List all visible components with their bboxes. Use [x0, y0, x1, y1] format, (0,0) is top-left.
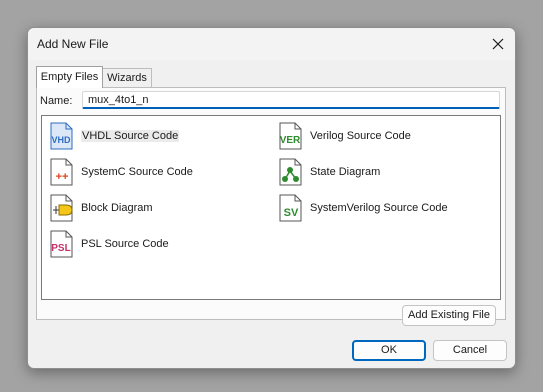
- psl-label: PSL Source Code: [81, 238, 169, 250]
- file-type-list[interactable]: VHD VHDL Source Code VER Verilog Source …: [41, 115, 501, 300]
- close-button[interactable]: [481, 28, 515, 60]
- systemverilog-file-icon: SV: [279, 194, 302, 222]
- close-icon: [492, 38, 504, 50]
- verilog-file-icon: VER: [279, 122, 302, 150]
- svg-text:VHD: VHD: [51, 135, 71, 145]
- add-new-file-dialog: Add New File Empty Files Wizards Name: V…: [27, 27, 516, 369]
- tab-empty-files[interactable]: Empty Files: [36, 66, 103, 88]
- state-diagram-label: State Diagram: [310, 166, 381, 178]
- list-item-psl[interactable]: PSL PSL Source Code: [48, 229, 169, 259]
- psl-file-icon: PSL: [50, 230, 73, 258]
- state-diagram-icon: [279, 158, 302, 186]
- systemverilog-label: SystemVerilog Source Code: [310, 202, 448, 214]
- dialog-title: Add New File: [37, 37, 109, 51]
- title-bar: Add New File: [28, 28, 515, 60]
- svg-text:++: ++: [56, 171, 69, 183]
- list-item-systemverilog[interactable]: SV SystemVerilog Source Code: [277, 193, 448, 223]
- list-item-block-diagram[interactable]: Block Diagram: [48, 193, 153, 223]
- svg-text:SV: SV: [284, 207, 299, 219]
- ok-button[interactable]: OK: [352, 340, 426, 361]
- systemc-label: SystemC Source Code: [81, 166, 193, 178]
- list-item-vhdl[interactable]: VHD VHDL Source Code: [48, 121, 180, 151]
- list-item-verilog[interactable]: VER Verilog Source Code: [277, 121, 411, 151]
- vhdl-label: VHDL Source Code: [81, 130, 180, 142]
- tab-wizards[interactable]: Wizards: [102, 68, 152, 87]
- block-diagram-icon: [50, 194, 73, 222]
- list-item-systemc[interactable]: ++ SystemC Source Code: [48, 157, 193, 187]
- vhdl-file-icon: VHD: [50, 122, 73, 150]
- add-existing-file-button[interactable]: Add Existing File: [402, 305, 496, 326]
- verilog-label: Verilog Source Code: [310, 130, 411, 142]
- name-label: Name:: [40, 95, 73, 107]
- cancel-button[interactable]: Cancel: [433, 340, 507, 361]
- systemc-file-icon: ++: [50, 158, 73, 186]
- name-input[interactable]: [82, 91, 500, 109]
- block-diagram-label: Block Diagram: [81, 202, 153, 214]
- svg-text:VER: VER: [280, 135, 301, 146]
- list-item-state-diagram[interactable]: State Diagram: [277, 157, 380, 187]
- empty-files-panel: Name: VHD VHDL Source Code VER Verilog: [36, 87, 506, 320]
- svg-text:PSL: PSL: [51, 243, 70, 254]
